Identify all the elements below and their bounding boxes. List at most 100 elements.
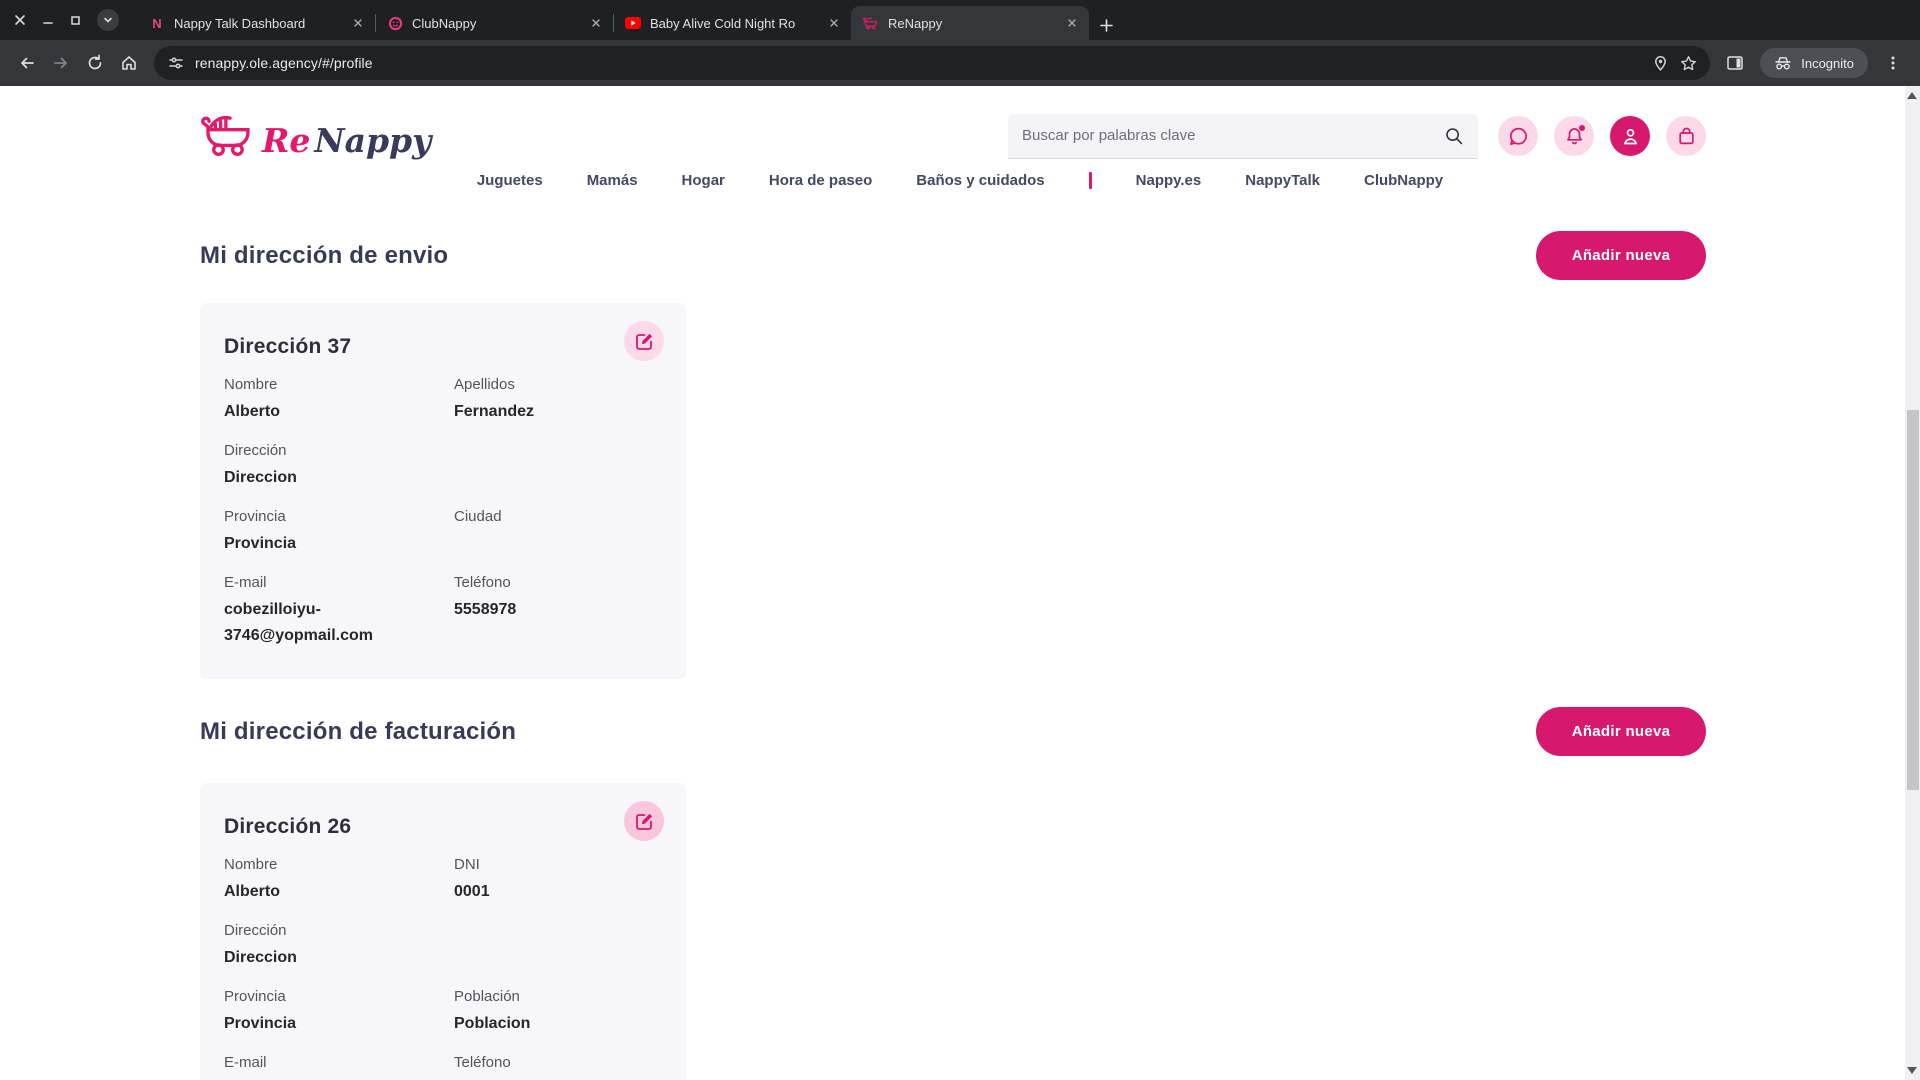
tab-nappy-talk-dashboard[interactable]: N Nappy Talk Dashboard	[137, 6, 375, 40]
close-icon	[827, 16, 841, 30]
scrollbar-up-arrow-icon[interactable]	[1907, 92, 1917, 99]
side-panel-icon	[1726, 54, 1744, 72]
search-input[interactable]	[1022, 127, 1444, 144]
url-text[interactable]: renappy.ole.agency/#/profile	[195, 55, 1646, 71]
logo-text-nappy: Nappy	[314, 124, 431, 157]
browser-menu-button[interactable]	[1876, 46, 1910, 80]
nav-item-juguetes[interactable]: Juguetes	[477, 172, 543, 189]
clubnappy-favicon-icon	[387, 15, 403, 31]
reload-icon	[86, 54, 104, 72]
shipping-address-card: Dirección 37 Nombre Alberto Apellidos Fe…	[200, 303, 686, 679]
shipping-section-title: Mi dirección de envio	[200, 242, 448, 270]
field-email: E-mail cobezilloiyu-3746@yopmail.com	[224, 574, 454, 649]
card-title: Dirección 37	[224, 335, 660, 359]
reload-button[interactable]	[78, 46, 112, 80]
tab-label: Nappy Talk Dashboard	[174, 16, 340, 31]
page-scrollbar[interactable]	[1905, 86, 1920, 1080]
nav-item-nappy-es[interactable]: Nappy.es	[1136, 172, 1202, 189]
field-telefono: Teléfono 5558978	[454, 574, 660, 649]
nav-item-hogar[interactable]: Hogar	[682, 172, 725, 189]
tab-label: ClubNappy	[412, 16, 578, 31]
star-icon	[1680, 55, 1697, 72]
home-icon	[120, 54, 138, 72]
close-icon	[589, 16, 603, 30]
web-page: Re Nappy	[0, 86, 1920, 1080]
person-icon	[1620, 126, 1641, 147]
field-poblacion: Población Poblacion	[454, 988, 660, 1037]
chevron-down-icon	[103, 15, 113, 25]
field-ciudad: Ciudad	[454, 508, 660, 557]
bookmark-button[interactable]	[1674, 49, 1702, 77]
scrollbar-thumb[interactable]	[1907, 410, 1919, 790]
tab-renappy-active[interactable]: ReNappy	[851, 6, 1089, 40]
notification-dot	[1579, 125, 1585, 131]
close-icon	[1065, 16, 1079, 30]
field-direccion: Dirección Direccion	[224, 922, 454, 971]
home-button[interactable]	[112, 46, 146, 80]
field-nombre: Nombre Alberto	[224, 856, 454, 905]
messages-button[interactable]	[1498, 116, 1538, 156]
billing-section-title: Mi dirección de facturación	[200, 718, 516, 746]
new-tab-button[interactable]	[1099, 18, 1114, 33]
nav-item-mamas[interactable]: Mamás	[587, 172, 638, 189]
window-controls	[0, 0, 137, 40]
close-icon	[14, 14, 26, 26]
field-provincia: Provincia Provincia	[224, 988, 454, 1037]
notifications-button[interactable]	[1554, 116, 1594, 156]
search-submit-button[interactable]	[1444, 126, 1464, 146]
forward-button[interactable]	[44, 46, 78, 80]
incognito-badge[interactable]: Incognito	[1760, 48, 1868, 78]
side-panel-button[interactable]	[1718, 46, 1752, 80]
edit-shipping-address-button[interactable]	[624, 321, 664, 361]
billing-address-card: Dirección 26 Nombre Alberto DNI 0001 Dir…	[200, 783, 686, 1080]
billing-section-header: Mi dirección de facturación Añadir nueva	[200, 707, 1706, 756]
incognito-icon	[1774, 55, 1792, 71]
location-button[interactable]	[1646, 49, 1674, 77]
nav-item-banos-y-cuidados[interactable]: Baños y cuidados	[916, 172, 1044, 189]
add-billing-address-button[interactable]: Añadir nueva	[1536, 707, 1706, 756]
scrollbar-down-arrow-icon[interactable]	[1907, 1067, 1917, 1074]
edit-billing-address-button[interactable]	[624, 801, 664, 841]
edit-pencil-icon	[635, 812, 654, 831]
back-button[interactable]	[10, 46, 44, 80]
site-header: Re Nappy	[0, 86, 1920, 205]
edit-pencil-icon	[635, 332, 654, 351]
tab-close-button[interactable]	[825, 14, 843, 32]
back-arrow-icon	[18, 54, 36, 72]
tab-close-button[interactable]	[587, 14, 605, 32]
n-letter-favicon-icon: N	[149, 15, 165, 31]
nav-item-nappytalk[interactable]: NappyTalk	[1245, 172, 1320, 189]
nav-item-hora-de-paseo[interactable]: Hora de paseo	[769, 172, 872, 189]
pram-logo-icon	[200, 115, 258, 157]
field-email: E-mail cobezilloiyu-3746@yopmail.com	[224, 1054, 454, 1080]
renappy-logo[interactable]: Re Nappy	[200, 115, 431, 157]
main-navigation: Juguetes Mamás Hogar Hora de paseo Baños…	[0, 172, 1920, 205]
header-icon-group	[1498, 116, 1706, 156]
tab-search-button[interactable]	[97, 9, 119, 31]
field-apellidos: Apellidos Fernandez	[454, 376, 660, 425]
close-icon	[351, 16, 365, 30]
screen: N Nappy Talk Dashboard ClubNappy Baby Al…	[0, 0, 1920, 1080]
window-minimize-button[interactable]	[42, 14, 54, 26]
search-bar	[1008, 114, 1478, 159]
search-icon	[1444, 126, 1464, 146]
logo-text-re: Re	[262, 124, 310, 157]
window-maximize-button[interactable]	[70, 15, 81, 26]
window-close-button[interactable]	[14, 14, 26, 26]
forward-arrow-icon	[52, 54, 70, 72]
shopping-bag-icon	[1676, 126, 1697, 147]
tab-close-button[interactable]	[349, 14, 367, 32]
profile-content: Mi dirección de envio Añadir nueva Direc…	[200, 231, 1706, 1080]
field-dni: DNI 0001	[454, 856, 660, 905]
tab-baby-alive-video[interactable]: Baby Alive Cold Night Ro	[613, 6, 851, 40]
add-shipping-address-button[interactable]: Añadir nueva	[1536, 231, 1706, 280]
profile-button[interactable]	[1610, 116, 1650, 156]
nav-item-clubnappy[interactable]: ClubNappy	[1364, 172, 1443, 189]
three-dots-menu-icon	[1885, 55, 1901, 71]
maximize-icon	[70, 15, 81, 26]
tab-close-button[interactable]	[1063, 14, 1081, 32]
tab-clubnappy[interactable]: ClubNappy	[375, 6, 613, 40]
site-settings-tune-icon[interactable]	[168, 55, 184, 71]
address-bar[interactable]: renappy.ole.agency/#/profile	[154, 46, 1710, 80]
cart-button[interactable]	[1666, 116, 1706, 156]
